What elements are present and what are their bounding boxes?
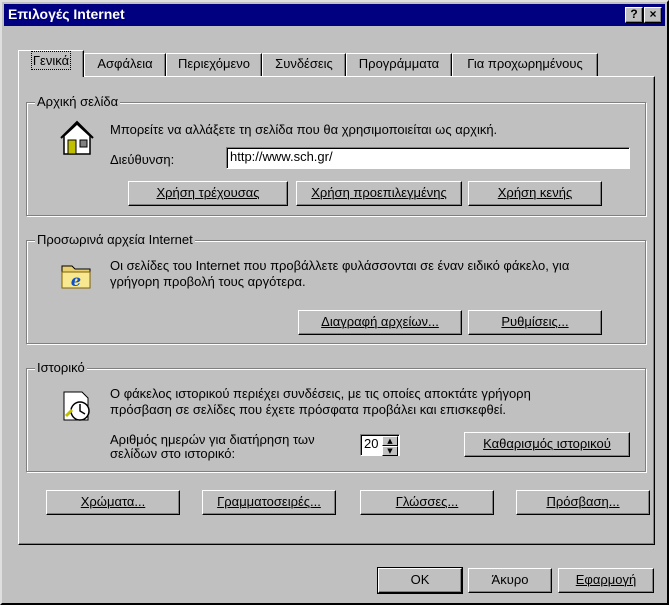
clear-history-button[interactable]: Καθαρισμός ιστορικού: [464, 432, 630, 457]
tab-programs[interactable]: Προγράμματα: [346, 53, 452, 76]
window-title: Επιλογές Internet: [8, 6, 125, 22]
title-bar[interactable]: Επιλογές Internet ? ×: [4, 4, 665, 26]
help-button[interactable]: ?: [625, 7, 643, 23]
tab-content[interactable]: Περιεχόμενο: [166, 53, 262, 76]
days-label-line2: σελίδων στο ιστορικό:: [110, 446, 236, 461]
internet-options-dialog: Επιλογές Internet ? × Γενικά Ασφάλεια Πε…: [0, 0, 669, 605]
tab-advanced[interactable]: Για προχωρημένους: [452, 53, 598, 76]
colors-button[interactable]: Χρώματα...: [46, 490, 180, 515]
address-label: Διεύθυνση:: [110, 152, 175, 167]
tab-general[interactable]: Γενικά: [18, 50, 84, 77]
languages-button[interactable]: Γλώσσες...: [360, 490, 494, 515]
svg-text:e: e: [71, 271, 81, 290]
apply-button[interactable]: Εφαρμογή: [558, 568, 654, 593]
tab-security[interactable]: Ασφάλεια: [84, 53, 166, 76]
ok-button[interactable]: OK: [377, 567, 463, 594]
use-default-button[interactable]: Χρήση προεπιλεγμένης: [296, 181, 462, 206]
history-icon: [63, 391, 90, 421]
history-description-line2: πρόσβαση σε σελίδες που έχετε πρόσφατα π…: [110, 402, 507, 417]
home-page-description: Μπορείτε να αλλάξετε τη σελίδα που θα χρ…: [110, 122, 498, 137]
settings-button[interactable]: Ρυθμίσεις...: [468, 310, 602, 335]
group-title: Ιστορικό: [35, 360, 87, 375]
tab-connections[interactable]: Συνδέσεις: [262, 53, 346, 76]
history-description-line1: Ο φάκελος ιστορικού περιέχει συνδέσεις, …: [110, 386, 531, 401]
use-blank-button[interactable]: Χρήση κενής: [468, 181, 602, 206]
temp-files-description-line2: γρήγορη προβολή τους αργότερα.: [110, 274, 306, 289]
delete-files-button[interactable]: Διαγραφή αρχείων...: [298, 310, 462, 335]
spin-down-button[interactable]: ▼: [382, 446, 398, 456]
group-title: Προσωρινά αρχεία Internet: [35, 232, 195, 247]
ie-folder-icon: e: [61, 265, 91, 290]
home-page-icon: [60, 120, 94, 155]
close-button[interactable]: ×: [644, 7, 662, 23]
accessibility-button[interactable]: Πρόσβαση...: [516, 490, 650, 515]
temp-files-description-line1: Οι σελίδες του Internet που προβάλλετε φ…: [110, 258, 570, 273]
group-title: Αρχική σελίδα: [35, 94, 121, 109]
cancel-button[interactable]: Άκυρο: [468, 568, 552, 593]
spin-up-button[interactable]: ▲: [382, 436, 398, 446]
use-current-button[interactable]: Χρήση τρέχουσας: [128, 181, 288, 206]
fonts-button[interactable]: Γραμματοσειρές...: [202, 490, 336, 515]
address-input[interactable]: http://www.sch.gr/: [226, 147, 630, 169]
